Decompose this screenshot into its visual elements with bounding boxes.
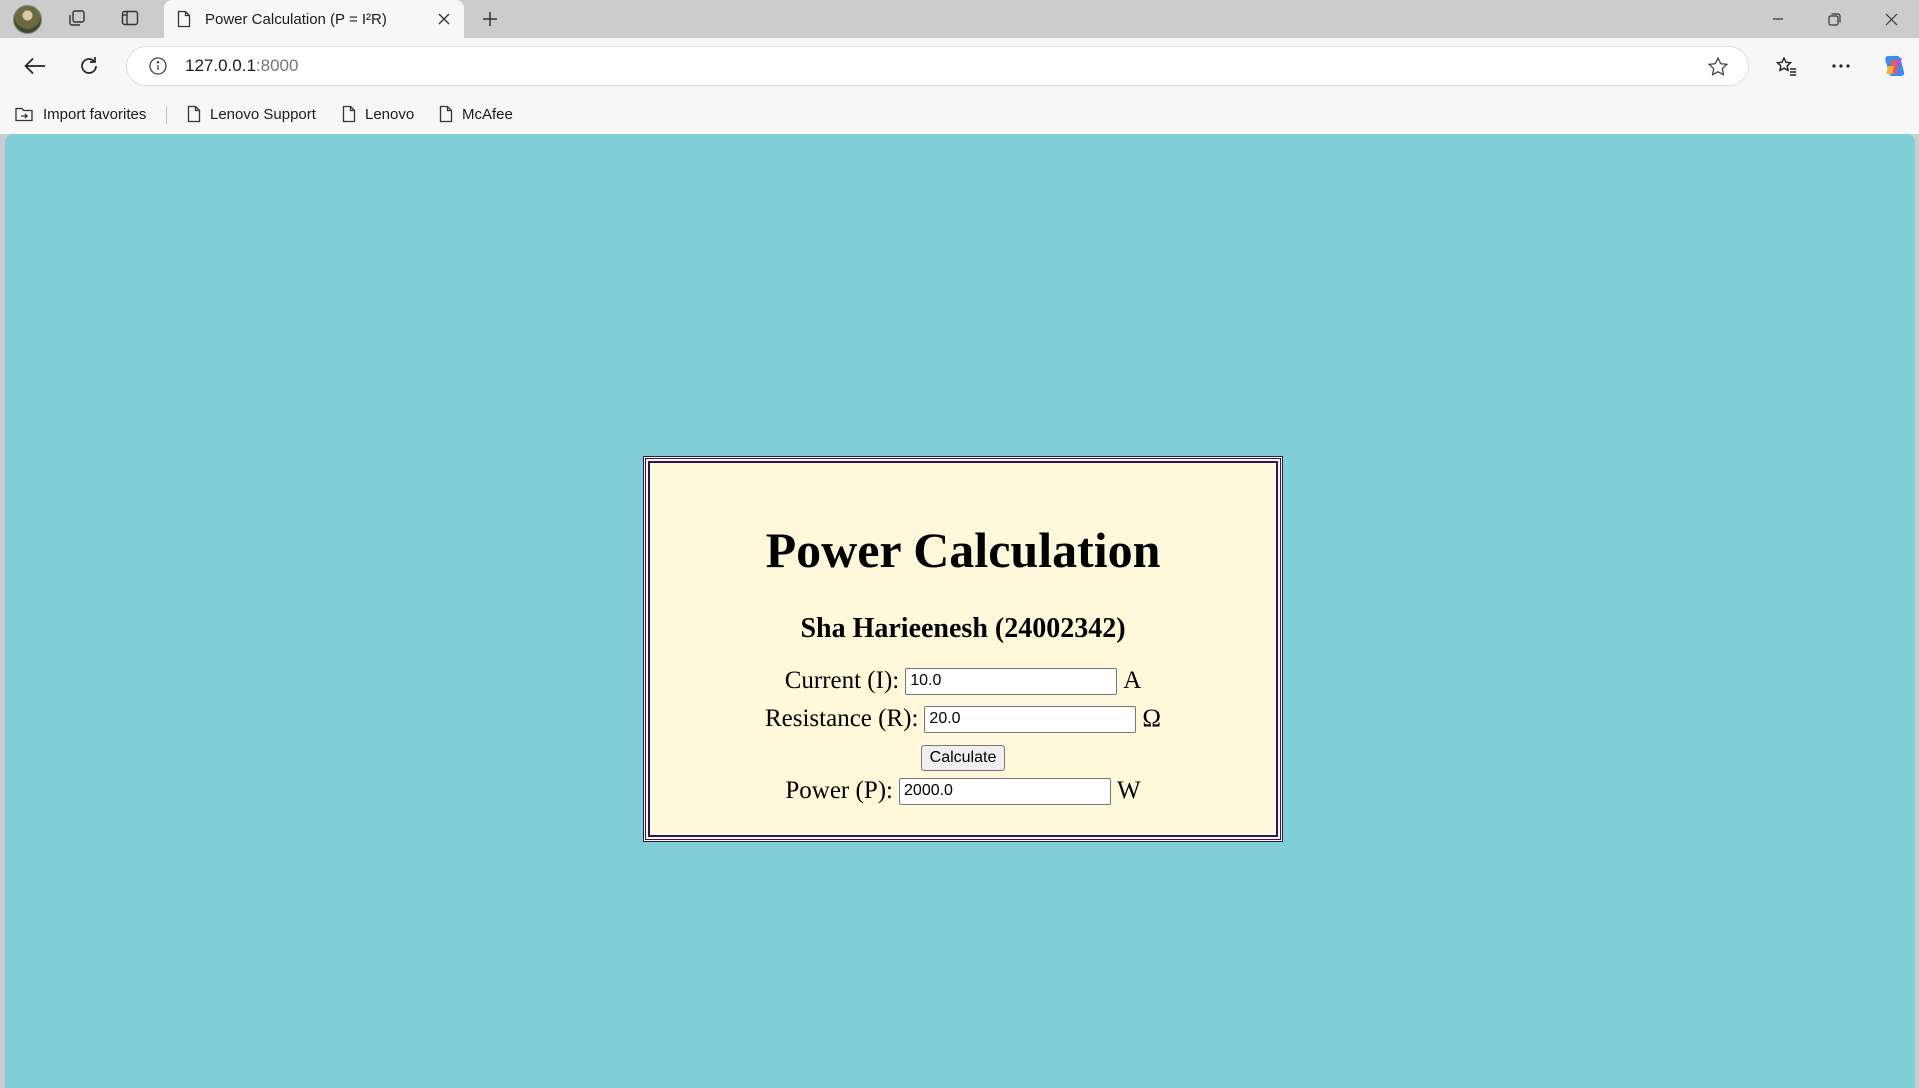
favorite-mcafee[interactable]: McAfee: [439, 101, 513, 127]
resistance-label: Resistance (R):: [764, 705, 919, 732]
tab-strip: Power Calculation (P = I²R): [0, 0, 1919, 38]
favorites-bar: Import favorites Lenovo Support Lenovo M…: [0, 94, 1919, 134]
favorite-star-icon[interactable]: [1706, 55, 1730, 79]
power-row: Power (P): W: [650, 777, 1276, 805]
url-port: :8000: [255, 56, 299, 75]
profile-avatar[interactable]: [13, 5, 42, 34]
restore-button[interactable]: [1806, 0, 1862, 38]
current-label: Current (I):: [784, 667, 900, 694]
minimize-button[interactable]: [1750, 0, 1806, 38]
favorite-lenovo-support[interactable]: Lenovo Support: [187, 101, 316, 127]
page-viewport: Power Calculation Sha Harieenesh (240023…: [5, 134, 1915, 1088]
resistance-unit: Ω: [1142, 705, 1162, 732]
close-window-button[interactable]: [1863, 0, 1919, 38]
new-tab-button[interactable]: [476, 5, 504, 33]
page-icon: [187, 105, 201, 123]
page-title: Power Calculation: [765, 522, 1161, 578]
power-output[interactable]: [899, 777, 1112, 805]
calculator-inner-border: Power Calculation Sha Harieenesh (240023…: [648, 461, 1278, 837]
favorites-icon[interactable]: [1770, 50, 1802, 82]
page-icon: [439, 105, 453, 123]
page-icon: [342, 105, 356, 123]
tab-active[interactable]: Power Calculation (P = I²R): [164, 0, 464, 38]
power-label: Power (P):: [785, 777, 894, 804]
workspaces-icon[interactable]: [62, 3, 92, 33]
refresh-button[interactable]: [73, 50, 105, 82]
vertical-tabs-icon[interactable]: [115, 3, 145, 33]
favorites-divider: [166, 106, 167, 124]
url-text: 127.0.0.1:8000: [185, 56, 298, 76]
favorite-lenovo[interactable]: Lenovo: [342, 101, 414, 127]
back-button[interactable]: [19, 50, 51, 82]
resistance-input[interactable]: [924, 705, 1137, 733]
favorite-label: McAfee: [462, 105, 513, 123]
browser-toolbar: 127.0.0.1:8000: [0, 38, 1919, 94]
calculate-button[interactable]: Calculate: [920, 745, 1006, 771]
favorite-label: Import favorites: [43, 105, 147, 123]
url-host: 127.0.0.1: [185, 56, 256, 75]
tab-title: Power Calculation (P = I²R): [205, 10, 387, 28]
author-subtitle: Sha Harieenesh (24002342): [800, 613, 1126, 644]
site-info-icon[interactable]: [147, 55, 169, 77]
page-icon: [174, 8, 194, 30]
more-options-icon[interactable]: [1825, 50, 1857, 82]
resistance-row: Resistance (R): Ω: [650, 705, 1276, 733]
close-tab-icon[interactable]: [434, 9, 454, 29]
current-unit: A: [1123, 667, 1142, 694]
favorite-label: Lenovo: [365, 105, 415, 123]
favorite-import[interactable]: Import favorites: [14, 101, 146, 127]
calculator-panel: Power Calculation Sha Harieenesh (240023…: [643, 456, 1283, 842]
import-icon: [15, 107, 33, 122]
current-input[interactable]: [905, 667, 1118, 695]
address-bar[interactable]: 127.0.0.1:8000: [126, 46, 1749, 86]
current-row: Current (I): A: [650, 667, 1276, 695]
power-unit: W: [1117, 777, 1141, 804]
copilot-icon[interactable]: [1878, 50, 1910, 82]
favorite-label: Lenovo Support: [210, 105, 316, 123]
